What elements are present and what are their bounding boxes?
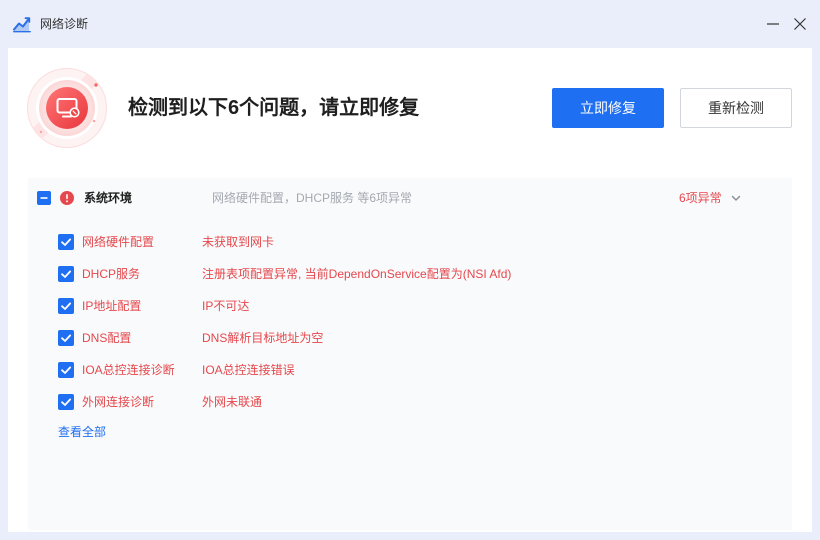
checkmark-icon — [61, 366, 72, 374]
issue-checkbox[interactable] — [58, 298, 74, 314]
expand-toggle[interactable]: 6项异常 — [679, 190, 742, 206]
group-title: 系统环境 — [84, 191, 133, 205]
issue-item-network-hardware: 网络硬件配置 未获取到网卡 — [58, 234, 758, 250]
checkmark-icon — [61, 334, 72, 342]
issue-name: IOA总控连接诊断 — [82, 363, 175, 377]
issue-checkbox[interactable] — [58, 234, 74, 250]
chevron-down-icon — [730, 192, 742, 204]
issue-item-ioa-connection: IOA总控连接诊断 IOA总控连接错误 — [58, 362, 758, 378]
issue-group: 系统环境 网络硬件配置，DHCP服务 等6项异常 6项异常 网络硬件配置 未获取… — [28, 178, 792, 530]
title-bar: 网络诊断 — [0, 0, 820, 48]
issue-checkbox[interactable] — [58, 330, 74, 346]
minus-icon — [40, 197, 48, 199]
issue-item-ip-address: IP地址配置 IP不可达 — [58, 298, 758, 314]
checkmark-icon — [61, 238, 72, 246]
close-icon — [794, 18, 806, 30]
issue-detail: 外网未联通 — [202, 395, 263, 409]
close-button[interactable] — [786, 10, 814, 38]
issue-item-dns: DNS配置 DNS解析目标地址为空 — [58, 330, 758, 346]
issue-checkbox[interactable] — [58, 266, 74, 282]
issue-item-dhcp: DHCP服务 注册表项配置异常, 当前DependOnService配置为(NS… — [58, 266, 758, 282]
issue-name: 网络硬件配置 — [82, 235, 155, 249]
view-all-link[interactable]: 查看全部 — [58, 424, 106, 440]
issue-checkbox[interactable] — [58, 394, 74, 410]
issue-item-internet: 外网连接诊断 外网未联通 — [58, 394, 758, 410]
issue-detail: IOA总控连接错误 — [202, 363, 295, 377]
issue-name: IP地址配置 — [82, 299, 142, 313]
group-header: 系统环境 网络硬件配置，DHCP服务 等6项异常 6项异常 — [28, 178, 792, 218]
issue-detail: 未获取到网卡 — [202, 235, 275, 249]
fix-now-button[interactable]: 立即修复 — [552, 88, 664, 128]
result-headline: 检测到以下6个问题，请立即修复 — [128, 97, 420, 119]
minimize-button[interactable] — [759, 10, 787, 38]
issue-name: DHCP服务 — [82, 267, 141, 281]
issue-name: DNS配置 — [82, 331, 132, 345]
group-issue-count: 6项异常 — [679, 191, 722, 205]
issue-detail: IP不可达 — [202, 299, 250, 313]
window-title: 网络诊断 — [40, 17, 89, 31]
monitor-error-icon — [27, 68, 107, 148]
alert-circle-icon — [60, 191, 74, 205]
minimize-icon — [767, 23, 779, 25]
checkmark-icon — [61, 302, 72, 310]
checkmark-icon — [61, 398, 72, 406]
group-select-checkbox[interactable] — [37, 191, 51, 205]
issue-name: 外网连接诊断 — [82, 395, 155, 409]
issue-detail: 注册表项配置异常, 当前DependOnService配置为(NSI Afd) — [202, 267, 512, 281]
issue-detail: DNS解析目标地址为空 — [202, 331, 324, 345]
issue-checkbox[interactable] — [58, 362, 74, 378]
checkmark-icon — [61, 270, 72, 278]
group-summary: 网络硬件配置，DHCP服务 等6项异常 — [212, 191, 413, 205]
main-panel: 检测到以下6个问题，请立即修复 立即修复 重新检测 系统环境 网络硬件配置，DH… — [8, 48, 812, 532]
network-chart-icon — [13, 15, 31, 33]
recheck-button[interactable]: 重新检测 — [680, 88, 792, 128]
